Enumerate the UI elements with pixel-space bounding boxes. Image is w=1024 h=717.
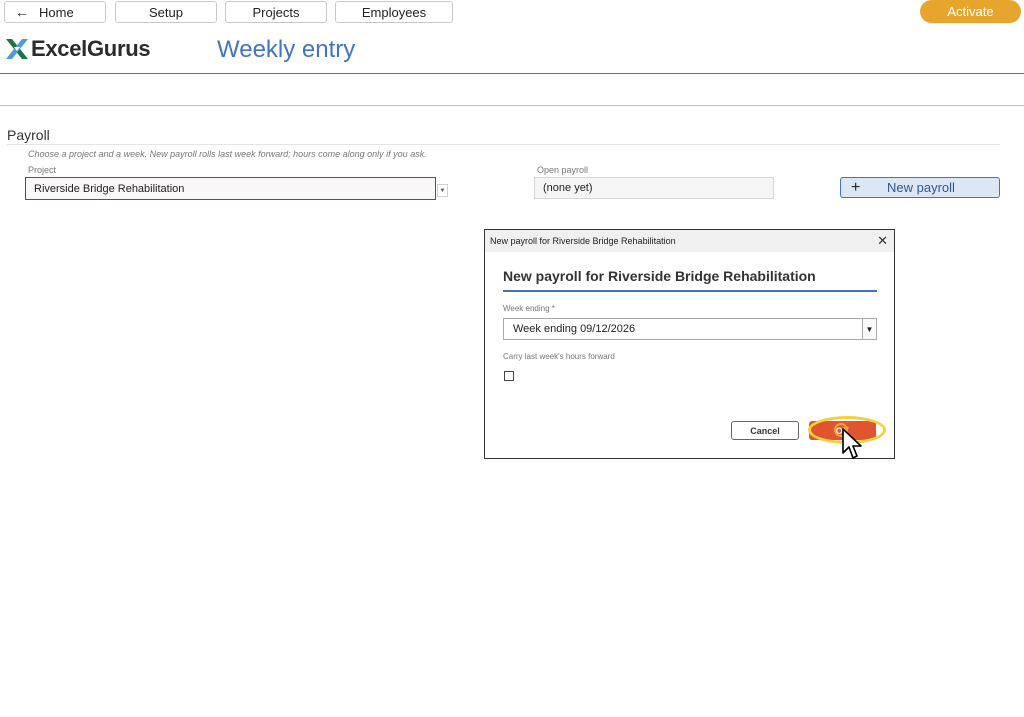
new-payroll-dialog: New payroll for Riverside Bridge Rehabil… [484,229,895,459]
close-icon[interactable]: ✕ [877,233,888,249]
project-label: Project [28,165,57,175]
dialog-heading: New payroll for Riverside Bridge Rehabil… [503,268,816,284]
dialog-window-title: New payroll for Riverside Bridge Rehabil… [490,236,676,246]
section-hint: Choose a project and a week. New payroll… [28,149,427,159]
new-payroll-label: New payroll [887,180,955,195]
back-arrow-icon: ← [15,4,29,20]
projects-button[interactable]: Projects [225,1,327,23]
project-value: Riverside Bridge Rehabilitation [34,182,185,195]
employees-button[interactable]: Employees [335,1,453,23]
project-select[interactable]: Riverside Bridge Rehabilitation [25,177,436,200]
new-payroll-button[interactable]: + New payroll [840,177,1000,198]
open-payroll-label: Open payroll [537,165,589,175]
plus-icon: + [851,178,861,196]
cancel-button[interactable]: Cancel [731,421,799,440]
logo: ExcelGurus [5,36,151,62]
open-payroll-field: (none yet) [534,177,774,199]
carry-forward-checkbox[interactable] [504,371,514,381]
week-ending-select[interactable]: Week ending 09/12/2026 ▼ [503,318,877,340]
section-divider [7,144,1000,145]
home-label: Home [39,4,74,20]
chevron-down-icon[interactable]: ▼ [862,319,876,339]
project-dropdown-icon[interactable]: ▼ [437,184,448,197]
activate-button[interactable]: Activate [920,0,1021,23]
logo-text: ExcelGurus [31,36,151,61]
carry-forward-label: Carry last week's hours forward [503,352,615,361]
mouse-pointer-icon [842,428,862,459]
setup-button[interactable]: Setup [115,1,217,23]
toolbar-divider [0,105,1024,106]
open-payroll-value: (none yet) [543,182,593,194]
page-title: Weekly entry [217,36,356,63]
home-button[interactable]: ← Home [4,1,106,23]
excelgurus-logo-icon [6,39,28,59]
header-divider [0,73,1024,74]
dialog-heading-rule [503,290,877,292]
week-ending-value: Week ending 09/12/2026 [513,323,636,335]
week-ending-label: Week ending * [503,304,555,313]
section-title: Payroll [7,127,50,143]
dialog-titlebar: New payroll for Riverside Bridge Rehabil… [485,230,894,252]
